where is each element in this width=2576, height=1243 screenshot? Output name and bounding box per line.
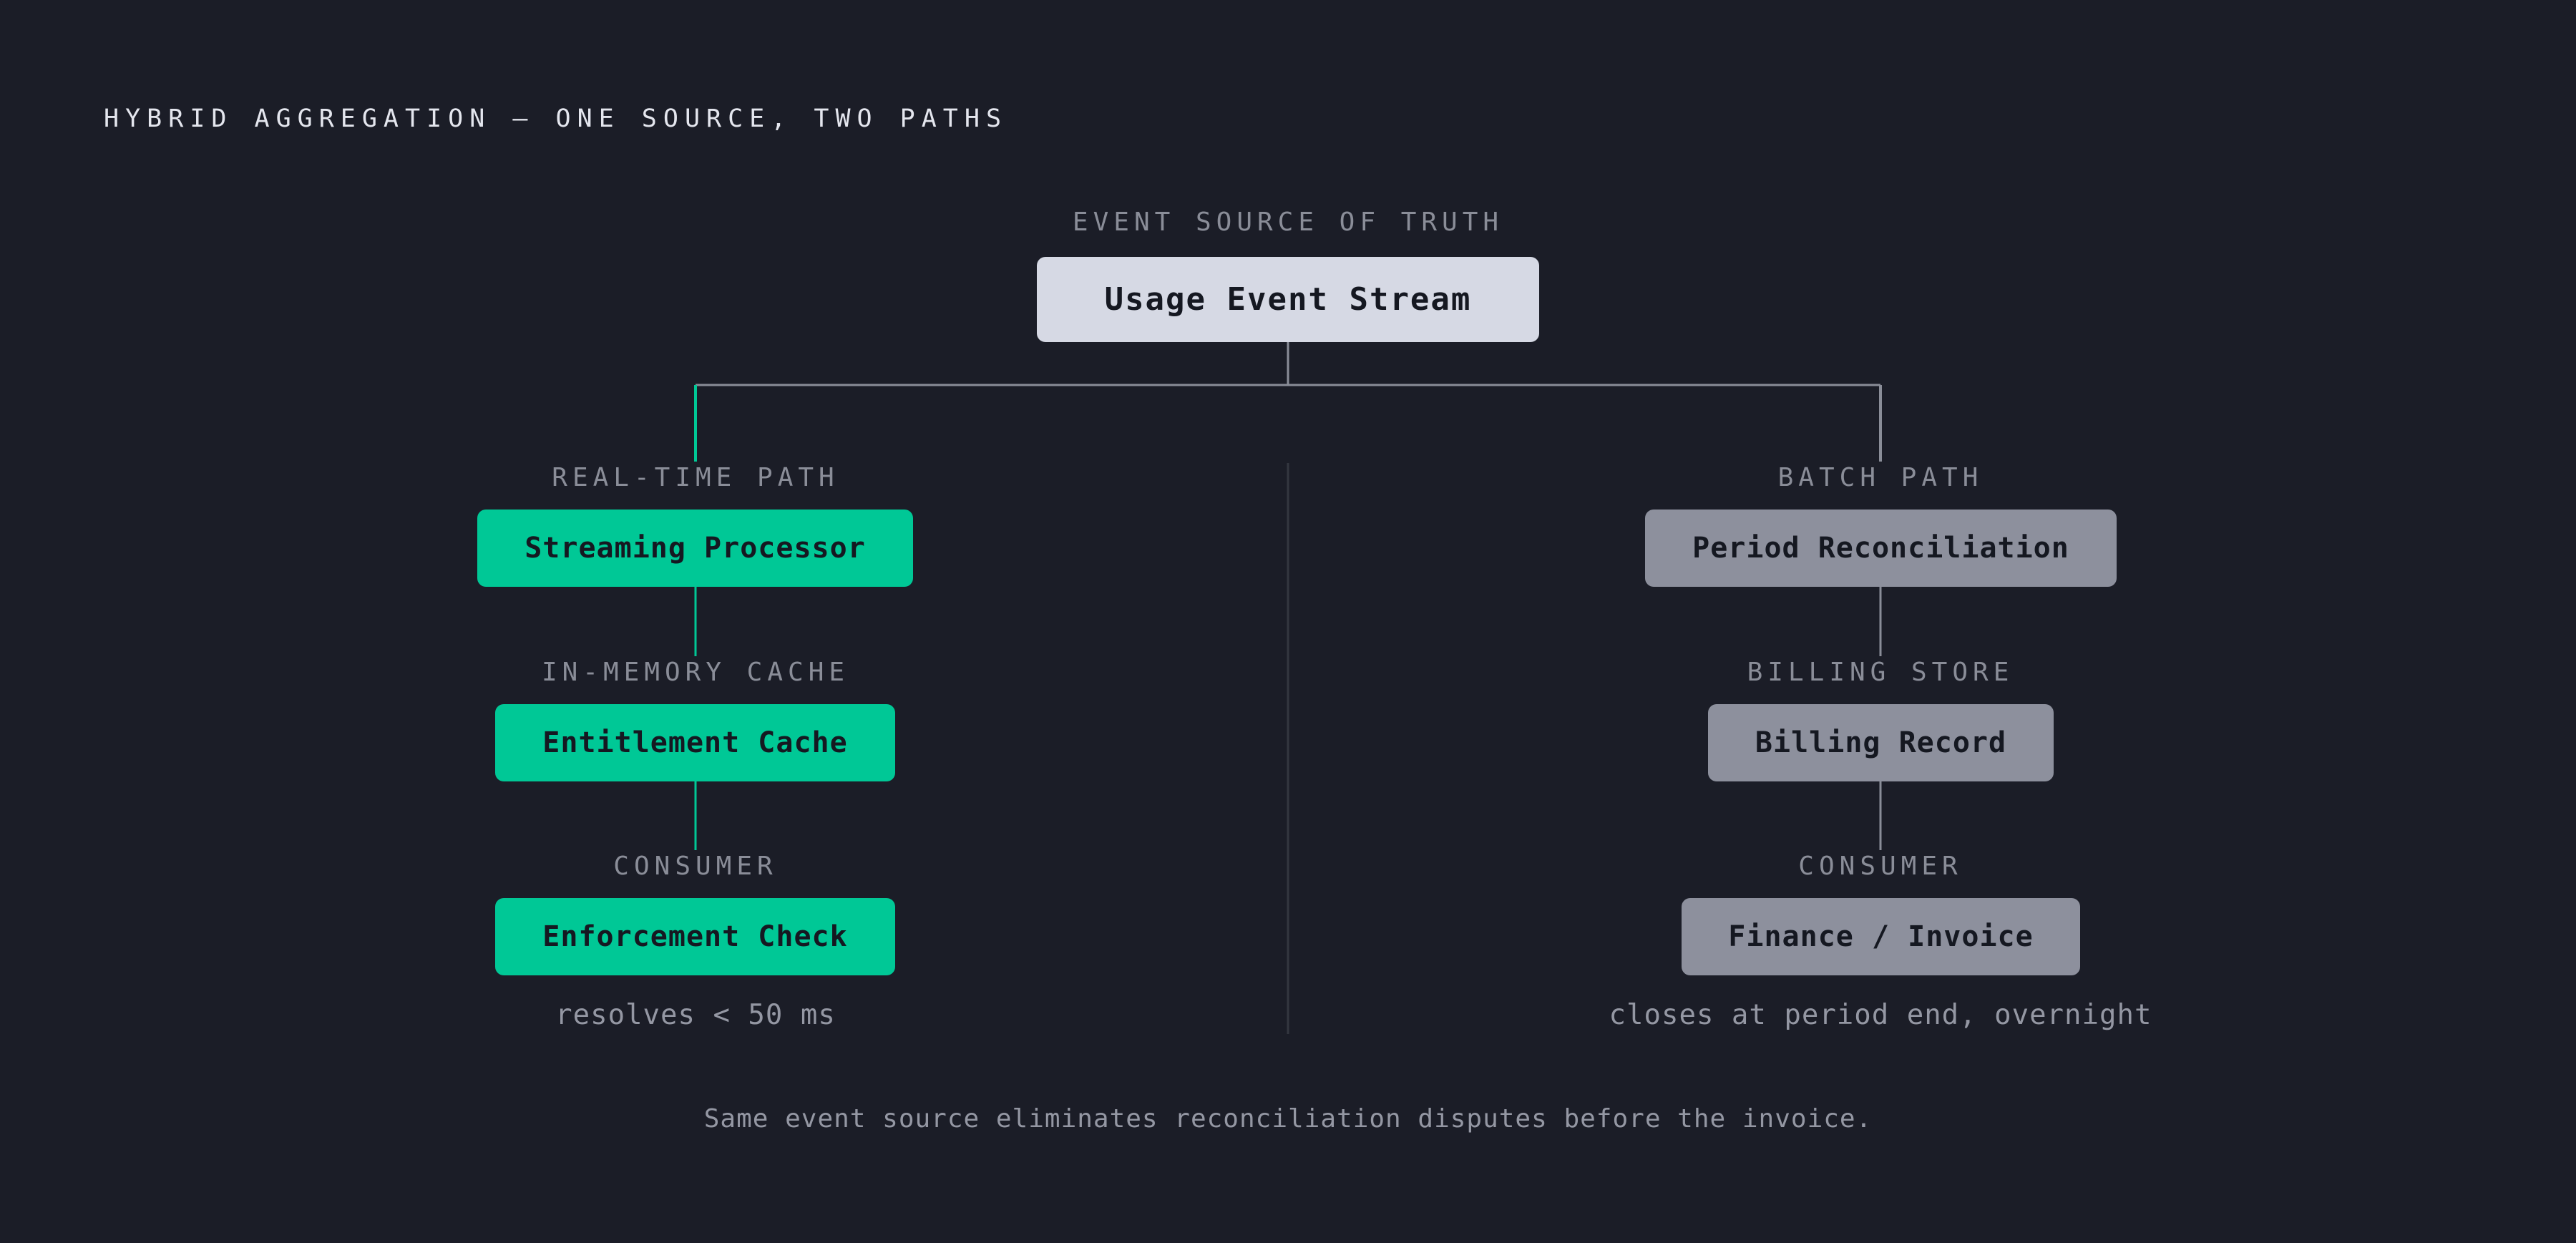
in-memory-cache-label: IN-MEMORY CACHE (541, 658, 850, 687)
streaming-processor-node: Streaming Processor (477, 510, 913, 587)
connector-lines (694, 342, 1882, 1034)
batch-timing-note: closes at period end, overnight (1609, 999, 2152, 1031)
diagram-canvas: HYBRID AGGREGATION — ONE SOURCE, TWO PAT… (0, 0, 2576, 1243)
realtime-latency-note: resolves < 50 ms (555, 999, 836, 1031)
diagram-title: HYBRID AGGREGATION — ONE SOURCE, TWO PAT… (104, 104, 1008, 133)
batch-consumer-label: CONSUMER (1798, 852, 1963, 881)
usage-event-stream-node: Usage Event Stream (1037, 257, 1539, 342)
realtime-path-label: REAL-TIME PATH (552, 463, 839, 492)
source-label: EVENT SOURCE OF TRUTH (1072, 208, 1504, 237)
batch-path-label: BATCH PATH (1777, 463, 1984, 492)
enforcement-check-node: Enforcement Check (495, 898, 895, 975)
entitlement-cache-node: Entitlement Cache (495, 704, 895, 781)
realtime-consumer-label: CONSUMER (613, 852, 778, 881)
billing-store-label: BILLING STORE (1747, 658, 2014, 687)
footer-caption: Same event source eliminates reconciliat… (703, 1104, 1873, 1134)
billing-record-node: Billing Record (1708, 704, 2054, 781)
finance-invoice-node: Finance / Invoice (1682, 898, 2080, 975)
period-reconciliation-node: Period Reconciliation (1645, 510, 2117, 587)
